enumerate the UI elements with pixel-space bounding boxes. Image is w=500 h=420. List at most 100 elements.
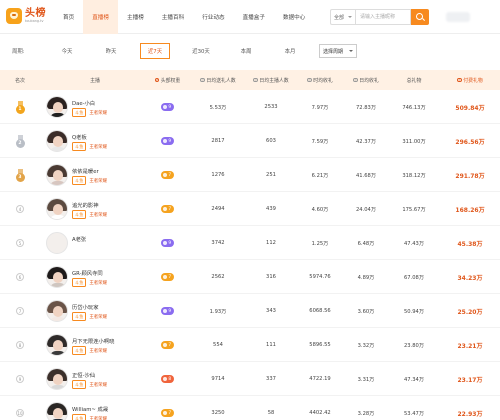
paid-gifts-cell: 34.23万	[457, 274, 483, 282]
hourly-gifts-cell: 7.97万	[311, 104, 329, 111]
col-total-gifts[interactable]: 总礼物	[392, 70, 436, 90]
table-row[interactable]: 5 A老张 9 3742 112 1.25万 6.48万 47.43万 45.38万	[0, 226, 500, 260]
avatar[interactable]	[46, 164, 68, 186]
nav-live-ranking[interactable]: 直播榜	[83, 0, 118, 34]
rank-number: 7	[16, 307, 24, 315]
anchor-tags: 斗鱼 王者荣耀	[72, 210, 107, 219]
period-select[interactable]: 选择周期	[319, 44, 357, 58]
info-icon: ?	[457, 77, 462, 83]
avatar[interactable]	[46, 232, 68, 254]
period-tab-yesterday[interactable]: 昨天	[96, 43, 126, 59]
rank-number: 6	[16, 273, 24, 281]
nav-anchor-wiki[interactable]: 主播百科	[153, 0, 193, 34]
site-logo[interactable]: 头榜 toubang.tv	[6, 8, 46, 24]
anchor-name[interactable]: 依依是暖er	[72, 167, 99, 175]
rank-cell: 8	[5, 328, 35, 362]
paid-gifts-cell: 23.17万	[457, 376, 483, 384]
anchor-name[interactable]: 追光的影神	[72, 201, 99, 209]
table-row[interactable]: 4 追光的影神 斗鱼 王者荣耀 7 2494 439 4.60万 24.04万 175.67万 16…	[0, 192, 500, 226]
paid-gifts-cell: 45.38万	[457, 240, 483, 248]
anchor-name[interactable]: Dae-小白	[72, 99, 95, 107]
anchor-name[interactable]: 月下无限连小啊晓	[72, 337, 114, 345]
avatar[interactable]	[46, 300, 68, 322]
col-daily-anchors[interactable]: ? 日均主播人数	[246, 70, 296, 90]
nav-live-box[interactable]: 直播盒子	[234, 0, 274, 34]
nav-data-center[interactable]: 数据中心	[274, 0, 314, 34]
period-tab-this-week[interactable]: 本周	[231, 43, 261, 59]
total-gifts-cell: 47.34万	[403, 376, 425, 383]
period-tab-30days[interactable]: 近30天	[186, 43, 216, 59]
rank-cell: 9	[5, 362, 35, 396]
logo-mark-icon	[6, 8, 22, 24]
table-row[interactable]: 7 历岱小玩家 斗鱼 王者荣耀 9 1.93万 343 6068.56 3.60万 50.94万 2…	[0, 294, 500, 328]
platform-tag: 斗鱼	[72, 278, 87, 287]
col-daily-givers[interactable]: ? 日均送礼人数	[192, 70, 244, 90]
rank-number: 9	[16, 375, 24, 383]
avatar[interactable]	[46, 130, 68, 152]
search-input[interactable]	[355, 9, 411, 25]
anchor-name[interactable]: GR-顾风寺同	[72, 269, 103, 277]
anchor-tags: 斗鱼 王者荣耀	[72, 414, 107, 420]
platform-tag: 斗鱼	[72, 380, 87, 389]
period-tab-this-month[interactable]: 本月	[275, 43, 305, 59]
anchor-name[interactable]: William~ 成晟	[72, 405, 108, 413]
search-scope-select[interactable]: 全部	[330, 9, 355, 25]
table-row[interactable]: 3 依依是暖er 斗鱼 王者荣耀 7 1276 251 6.21万 41.68万 318.12万 2…	[0, 158, 500, 192]
search-icon[interactable]	[411, 9, 429, 25]
crown-icon	[162, 411, 167, 415]
col-weight[interactable]: ? 头部权重	[145, 70, 190, 90]
anchor-name[interactable]: Q老板	[72, 133, 87, 141]
nav-industry-news[interactable]: 行业动态	[193, 0, 233, 34]
anchor-tags: 斗鱼 王者荣耀	[72, 346, 107, 355]
col-rank: 名次	[15, 77, 25, 84]
col-paid-gifts[interactable]: ? 付费礼物	[446, 70, 494, 90]
info-icon: ?	[353, 77, 358, 83]
total-gifts-cell: 746.13万	[402, 104, 426, 111]
search-scope-label: 全部	[334, 14, 345, 21]
avatar[interactable]	[46, 334, 68, 356]
crown-icon	[162, 207, 167, 211]
avatar[interactable]	[46, 198, 68, 220]
period-select-label: 选择周期	[323, 48, 344, 55]
daily-givers-cell: 2562	[211, 274, 225, 280]
anchor-name[interactable]: A老张	[72, 235, 86, 243]
period-tab-7days[interactable]: 近7天	[140, 43, 170, 59]
paid-gifts-cell: 25.20万	[457, 308, 483, 316]
weight-badge: 9	[160, 137, 175, 145]
anchor-name[interactable]: 历岱小玩家	[72, 303, 99, 311]
daily-gifts-cell: 42.37万	[355, 138, 377, 145]
period-filter: 周期: 今天 昨天 近7天 近30天 本周 本月 选择周期	[0, 43, 500, 59]
table-row[interactable]: 1 Dae-小白 斗鱼 王者荣耀 9 5.53万 2533 7.97万 72.83万 746.13…	[0, 90, 500, 124]
table-row[interactable]: 10 William~ 成晟 斗鱼 王者荣耀 7 3250 58 4402.42 3.28万 53…	[0, 396, 500, 420]
daily-givers-cell: 1276	[211, 172, 225, 178]
avatar[interactable]	[46, 402, 68, 420]
rank-cell: 7	[5, 294, 35, 328]
paid-gifts-cell: 22.93万	[457, 410, 483, 418]
anchor-tags: 斗鱼 王者荣耀	[72, 176, 107, 185]
weight-cell: 9	[145, 226, 190, 260]
paid-gifts-cell: 509.84万	[455, 104, 485, 112]
nav-home[interactable]: 首页	[54, 0, 83, 34]
weight-cell: 9	[145, 294, 190, 328]
hourly-gifts-cell: 6.21万	[311, 172, 329, 179]
anchor-name[interactable]: 正恒-沙仙	[72, 371, 95, 379]
table-row[interactable]: 6 GR-顾风寺同 斗鱼 王者荣耀 7 2562 316 5974.76 4.89万 67.08万…	[0, 260, 500, 294]
paid-gifts-cell: 296.56万	[455, 138, 485, 146]
table-row[interactable]: 9 正恒-沙仙 斗鱼 王者荣耀 8 9714 337 4722.19 3.31万 47.34万 23…	[0, 362, 500, 396]
avatar[interactable]	[46, 266, 68, 288]
table-row[interactable]: 2 Q老板 斗鱼 王者荣耀 9 2817 603 7.59万 42.37万 311.00万 296.…	[0, 124, 500, 158]
avatar[interactable]	[46, 96, 68, 118]
period-tab-today[interactable]: 今天	[52, 43, 82, 59]
col-daily-gifts[interactable]: ? 日均收礼	[344, 70, 388, 90]
col-hourly-gifts[interactable]: ? 时均收礼	[298, 70, 342, 90]
avatar[interactable]	[46, 368, 68, 390]
table-row[interactable]: 8 月下无限连小啊晓 斗鱼 王者荣耀 7 554 111 5896.55 3.32万 23.80万…	[0, 328, 500, 362]
user-avatar[interactable]	[446, 12, 470, 22]
nav-anchor-ranking[interactable]: 主播榜	[118, 0, 153, 34]
daily-gifts-cell: 3.60万	[357, 308, 375, 315]
daily-gifts-cell: 41.68万	[355, 172, 377, 179]
daily-gifts-cell: 3.31万	[357, 376, 375, 383]
daily-gifts-cell: 4.89万	[357, 274, 375, 281]
category-tag: 王者荣耀	[89, 178, 107, 184]
weight-cell: 8	[145, 362, 190, 396]
